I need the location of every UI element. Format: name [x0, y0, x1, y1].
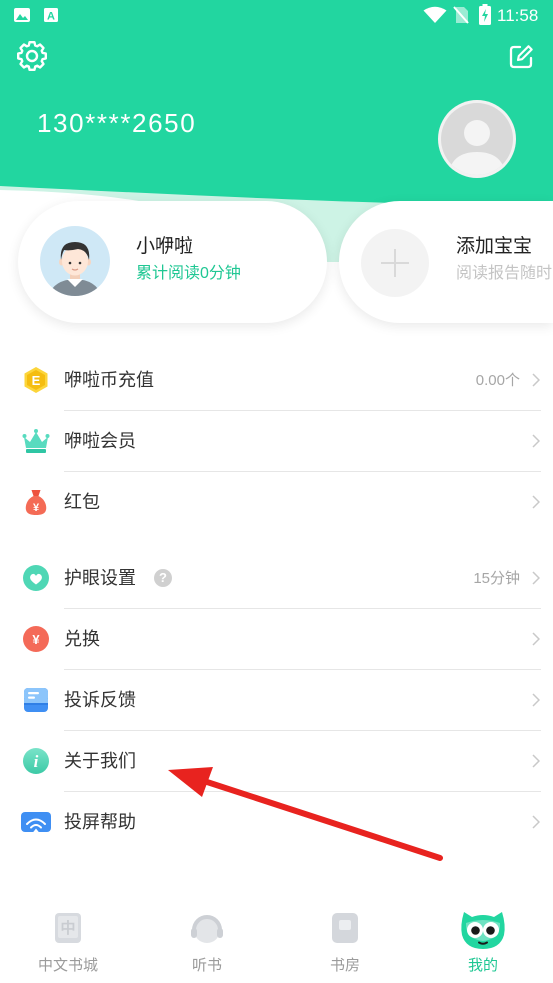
- crown-icon: [22, 427, 50, 455]
- chevron-right-icon: [532, 693, 540, 707]
- add-child-title: 添加宝宝: [456, 236, 533, 257]
- chevron-right-icon: [532, 434, 540, 448]
- coin-glyph: E: [32, 373, 41, 388]
- info-glyph: i: [34, 752, 39, 771]
- tab-profile[interactable]: 我的: [433, 905, 533, 980]
- menu-item-label: 关于我们: [64, 751, 136, 771]
- coin-balance: 0.00个: [475, 372, 520, 389]
- eye-care-icon: [22, 564, 50, 592]
- red-packet-icon: ¥: [22, 488, 50, 516]
- add-child-card[interactable]: 添加宝宝 阅读报告随时: [339, 201, 553, 323]
- user-phone-number: 130****2650: [37, 108, 197, 138]
- chevron-right-icon: [532, 815, 540, 829]
- question-icon[interactable]: ?: [154, 569, 172, 587]
- add-child-subtitle: 阅读报告随时: [456, 265, 553, 282]
- child-profile-card[interactable]: 小咿啦 累计阅读0分钟: [18, 201, 327, 323]
- bookstore-icon: 中: [18, 905, 118, 951]
- battery-charging-icon: [479, 4, 491, 30]
- tab-bookshelf[interactable]: 书房: [295, 905, 395, 980]
- tab-label: 我的: [467, 957, 498, 974]
- menu-item-label: 护眼设置: [64, 568, 136, 588]
- child-name: 小咿啦: [136, 236, 194, 257]
- no-sim-icon: [453, 6, 469, 29]
- status-bar: A 11:58: [0, 0, 553, 32]
- chevron-right-icon: [532, 754, 540, 768]
- coin-icon: E: [22, 366, 50, 394]
- image-notification-icon: [14, 8, 30, 27]
- bookshelf-icon: [295, 905, 395, 951]
- info-icon: i: [22, 747, 50, 775]
- menu-item-label: 咿啦币充值: [64, 370, 154, 390]
- menu-item-red-packet[interactable]: ¥ 红包: [0, 472, 553, 533]
- child-avatar-icon: [40, 226, 110, 296]
- owl-icon: [433, 905, 533, 951]
- tab-label: 书房: [329, 957, 360, 974]
- menu-item-coin-recharge[interactable]: E 咿啦币充值 0.00个: [0, 350, 553, 411]
- gear-icon[interactable]: [15, 39, 49, 73]
- menu-item-screen-cast-help[interactable]: 投屏帮助: [0, 792, 553, 853]
- a-notification-icon: A: [44, 8, 58, 27]
- edit-icon[interactable]: [507, 43, 535, 71]
- menu-item-about-us[interactable]: i 关于我们: [0, 731, 553, 792]
- profile-cards: 小咿啦 累计阅读0分钟 添加宝宝 阅读报告随时: [0, 188, 553, 338]
- tab-bookstore[interactable]: 中 中文书城: [18, 905, 118, 980]
- menu-item-eye-care[interactable]: 护眼设置 ? 15分钟: [0, 548, 553, 609]
- reading-time: 累计阅读0分钟: [136, 265, 241, 282]
- status-time: 11:58: [497, 6, 539, 25]
- user-avatar-icon[interactable]: [438, 100, 516, 178]
- menu-item-label: 红包: [64, 492, 100, 512]
- tab-label: 中文书城: [37, 957, 98, 974]
- exchange-glyph: ¥: [32, 632, 40, 647]
- tab-label: 听书: [191, 957, 222, 974]
- menu-item-membership[interactable]: 咿啦会员: [0, 411, 553, 472]
- tab-audiobooks[interactable]: 听书: [157, 905, 257, 980]
- screen-cast-icon: [20, 808, 52, 836]
- chevron-right-icon: [532, 495, 540, 509]
- menu-item-label: 投诉反馈: [64, 690, 136, 710]
- feedback-icon: [22, 686, 50, 714]
- chevron-right-icon: [532, 632, 540, 646]
- menu-item-label: 咿啦会员: [64, 431, 136, 451]
- menu-item-label: 兑换: [64, 629, 100, 649]
- headphones-icon: [157, 905, 257, 951]
- menu-item-exchange[interactable]: ¥ 兑换: [0, 609, 553, 670]
- eye-care-duration: 15分钟: [473, 570, 520, 587]
- chevron-right-icon: [532, 373, 540, 387]
- red-packet-glyph: ¥: [33, 502, 40, 514]
- chevron-right-icon: [532, 571, 540, 585]
- a-notification-glyph: A: [47, 11, 55, 23]
- menu-item-label: 投屏帮助: [64, 812, 136, 832]
- bookstore-glyph: 中: [60, 919, 75, 937]
- plus-icon: [361, 229, 429, 297]
- wifi-icon: [423, 6, 447, 29]
- exchange-icon: ¥: [22, 625, 50, 653]
- menu-item-feedback[interactable]: 投诉反馈: [0, 670, 553, 731]
